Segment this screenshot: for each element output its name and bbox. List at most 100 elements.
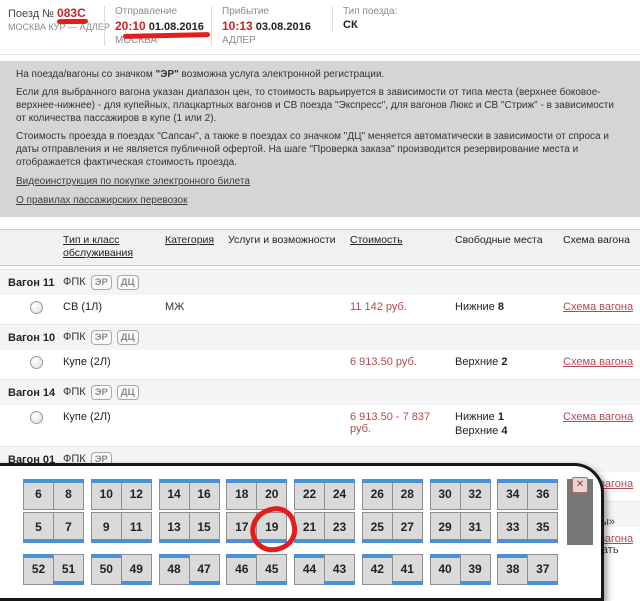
- seat-19[interactable]: 19: [256, 512, 287, 543]
- class-cell: Купе (2Л): [63, 411, 165, 423]
- wagon-class-row: Купе (2Л)6 913.50 руб.Верхние 2Схема ваг…: [0, 350, 640, 379]
- wagon-class-row: Купе (2Л)6 913.50 - 7 837 руб.Нижние 1Ве…: [0, 405, 640, 446]
- seat-52[interactable]: 52: [23, 554, 54, 585]
- seat-12[interactable]: 12: [121, 479, 152, 510]
- seat-17[interactable]: 17: [226, 512, 257, 543]
- seat-13[interactable]: 13: [159, 512, 190, 543]
- price-value: 6 913.50 - 7 837 руб.: [350, 411, 451, 435]
- seat-18[interactable]: 18: [226, 479, 257, 510]
- seat-8[interactable]: 8: [53, 479, 84, 510]
- seat-26[interactable]: 26: [362, 479, 393, 510]
- scheme-cell: Схема вагона: [563, 411, 640, 423]
- radio-cell: [0, 356, 63, 372]
- column-category[interactable]: Категория: [165, 234, 228, 247]
- seat-40[interactable]: 40: [430, 554, 461, 585]
- side-seats-row: 52515049484746454443424140393837: [23, 554, 593, 585]
- train-type-value: СК: [343, 19, 397, 31]
- wagon-group-row: Вагон 10ФПКЭРДЦ: [0, 324, 640, 350]
- video-instruction-link[interactable]: Видеоинструкция по покупке электронного …: [16, 175, 624, 188]
- train-route: МОСКВА КУР — АДЛЕР: [8, 22, 94, 32]
- seat-6[interactable]: 6: [23, 479, 54, 510]
- car-scheme-link[interactable]: Схема вагона: [563, 301, 633, 313]
- seat-37[interactable]: 37: [527, 554, 558, 585]
- seat-30[interactable]: 30: [430, 479, 461, 510]
- seat-42[interactable]: 42: [362, 554, 393, 585]
- seat-47[interactable]: 47: [189, 554, 220, 585]
- upper-berths: 3436: [497, 479, 558, 510]
- seat-41[interactable]: 41: [392, 554, 423, 585]
- lower-berths: 911: [91, 512, 152, 543]
- car-scheme-link[interactable]: Схема вагона: [563, 356, 633, 368]
- arrival-label: Прибытие: [222, 6, 322, 17]
- seat-9[interactable]: 9: [91, 512, 122, 543]
- seat-38[interactable]: 38: [497, 554, 528, 585]
- seat-22[interactable]: 22: [294, 479, 325, 510]
- seat-32[interactable]: 32: [460, 479, 491, 510]
- seat-count: 4: [501, 425, 507, 437]
- car-scheme-link[interactable]: Схема вагона: [563, 411, 633, 423]
- seat-7[interactable]: 7: [53, 512, 84, 543]
- column-free-seats: Свободные места: [455, 234, 563, 247]
- seat-49[interactable]: 49: [121, 554, 152, 585]
- seat-16[interactable]: 16: [189, 479, 220, 510]
- price-cell: 11 142 руб.: [350, 301, 455, 313]
- side-berth-pair: 4241: [362, 554, 423, 585]
- seat-50[interactable]: 50: [91, 554, 122, 585]
- seat-45[interactable]: 45: [256, 554, 287, 585]
- operator-label: ФПК: [63, 386, 86, 398]
- seat-34[interactable]: 34: [497, 479, 528, 510]
- seat-46[interactable]: 46: [226, 554, 257, 585]
- lower-berths: 2931: [430, 512, 491, 543]
- class-radio-button[interactable]: [30, 356, 43, 369]
- upper-berths: 3032: [430, 479, 491, 510]
- seat-33[interactable]: 33: [497, 512, 528, 543]
- compartment-block: 18201719: [226, 479, 287, 543]
- seat-11[interactable]: 11: [121, 512, 152, 543]
- free-seats-value: Верхние 2: [455, 356, 507, 368]
- column-scheme: Схема вагона: [563, 234, 640, 247]
- seat-14[interactable]: 14: [159, 479, 190, 510]
- class-radio-button[interactable]: [30, 411, 43, 424]
- close-icon[interactable]: ✕: [572, 477, 588, 493]
- seat-51[interactable]: 51: [53, 554, 84, 585]
- seat-35[interactable]: 35: [527, 512, 558, 543]
- seat-48[interactable]: 48: [159, 554, 190, 585]
- seat-36[interactable]: 36: [527, 479, 558, 510]
- seat-28[interactable]: 28: [392, 479, 423, 510]
- info-box: На поезда/вагоны со значком "ЭР" возможн…: [0, 61, 640, 217]
- wagon-label: Вагон 14: [0, 387, 63, 399]
- passenger-rules-link[interactable]: О правилах пассажирских перевозок: [16, 194, 624, 207]
- seat-type-label: Нижние: [455, 301, 498, 313]
- arrival-date: 03.08.2016: [256, 21, 311, 33]
- seat-29[interactable]: 29: [430, 512, 461, 543]
- train-type-label: Тип поезда:: [343, 6, 397, 17]
- compartment-block: 14161315: [159, 479, 220, 543]
- upper-berths: 2224: [294, 479, 355, 510]
- seat-39[interactable]: 39: [460, 554, 491, 585]
- radio-cell: [0, 301, 63, 317]
- seat-44[interactable]: 44: [294, 554, 325, 585]
- seat-23[interactable]: 23: [324, 512, 355, 543]
- seat-20[interactable]: 20: [256, 479, 287, 510]
- seat-31[interactable]: 31: [460, 512, 491, 543]
- seat-25[interactable]: 25: [362, 512, 393, 543]
- train-number-link[interactable]: 083С: [57, 6, 86, 20]
- seat-24[interactable]: 24: [324, 479, 355, 510]
- er-badge: ЭР: [91, 275, 112, 290]
- operator-label: ФПК: [63, 331, 86, 343]
- lower-berths: 1315: [159, 512, 220, 543]
- operator-cell: ФПКЭРДЦ: [63, 330, 165, 345]
- seat-15[interactable]: 15: [189, 512, 220, 543]
- seat-5[interactable]: 5: [23, 512, 54, 543]
- class-cell: СВ (1Л): [63, 301, 165, 313]
- class-radio-button[interactable]: [30, 301, 43, 314]
- seat-43[interactable]: 43: [324, 554, 355, 585]
- seat-type-label: Нижние: [455, 411, 498, 423]
- free-seats-cell: Нижние 8: [455, 301, 563, 315]
- seat-21[interactable]: 21: [294, 512, 325, 543]
- dc-badge: ДЦ: [117, 330, 139, 345]
- column-price[interactable]: Стоимость: [350, 234, 455, 247]
- seat-10[interactable]: 10: [91, 479, 122, 510]
- column-type-class[interactable]: Тип и класс обслуживания: [63, 234, 165, 260]
- seat-27[interactable]: 27: [392, 512, 423, 543]
